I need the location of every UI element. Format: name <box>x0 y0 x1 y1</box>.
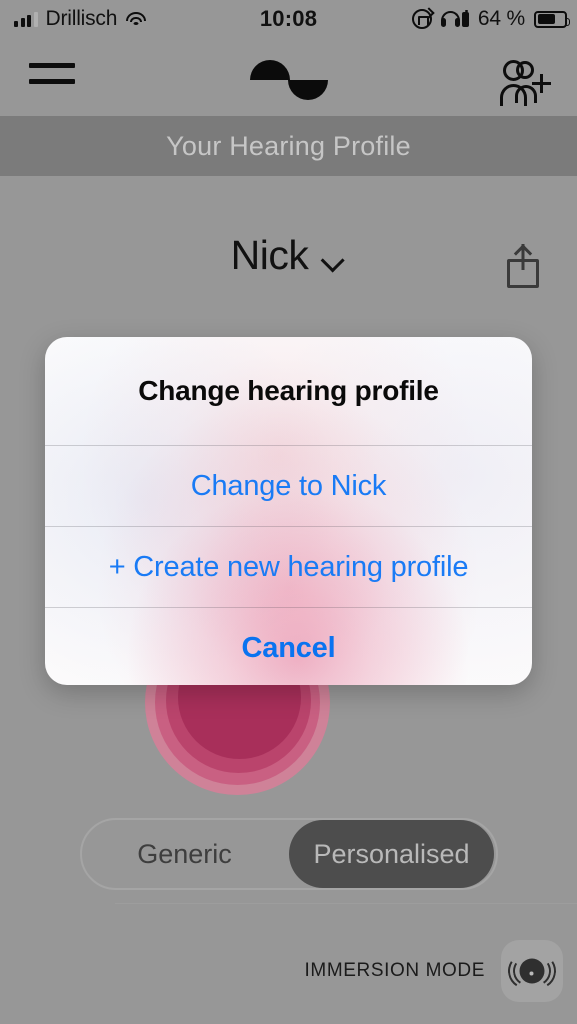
profile-name-dropdown[interactable]: Nick <box>231 232 347 279</box>
dialog-title: Change hearing profile <box>138 375 439 406</box>
profile-mode-toggle[interactable]: Generic Personalised <box>80 818 498 890</box>
chevron-down-icon <box>322 252 346 266</box>
battery-icon <box>534 10 570 28</box>
status-bar-right: 64 % <box>411 7 570 31</box>
change-profile-dialog: Change hearing profile Change to Nick + … <box>45 337 532 685</box>
add-person-icon[interactable] <box>499 58 551 106</box>
dialog-action-cancel[interactable]: Cancel <box>45 608 532 685</box>
immersion-mode-section: IMMERSION MODE <box>305 940 563 1002</box>
phone-screen: Drillisch 10:08 64 % Your Hearing Profil… <box>0 0 577 1024</box>
page-title: Your Hearing Profile <box>166 130 411 161</box>
divider <box>115 903 577 904</box>
status-bar: Drillisch 10:08 64 % <box>0 0 577 38</box>
rotation-lock-icon <box>411 9 432 29</box>
page-title-banner: Your Hearing Profile <box>0 116 577 176</box>
share-icon[interactable] <box>501 238 545 288</box>
toggle-option-generic[interactable]: Generic <box>82 820 287 888</box>
toggle-option-personalised[interactable]: Personalised <box>289 820 494 888</box>
immersion-speaker-icon[interactable] <box>501 940 563 1002</box>
app-navbar <box>0 38 577 116</box>
profile-selector-row: Nick <box>0 232 577 294</box>
profile-name-label: Nick <box>230 232 309 278</box>
dialog-action-create-new-profile[interactable]: + Create new hearing profile <box>45 527 532 607</box>
immersion-mode-label: IMMERSION MODE <box>304 960 485 981</box>
dialog-header: Change hearing profile <box>45 337 532 445</box>
dialog-action-change-to-nick[interactable]: Change to Nick <box>45 446 532 526</box>
hamburger-menu-icon[interactable] <box>29 58 75 88</box>
headphones-battery-icon <box>440 9 469 27</box>
battery-percent-label: 64 % <box>477 7 525 30</box>
sine-wave-logo-icon <box>249 56 328 100</box>
